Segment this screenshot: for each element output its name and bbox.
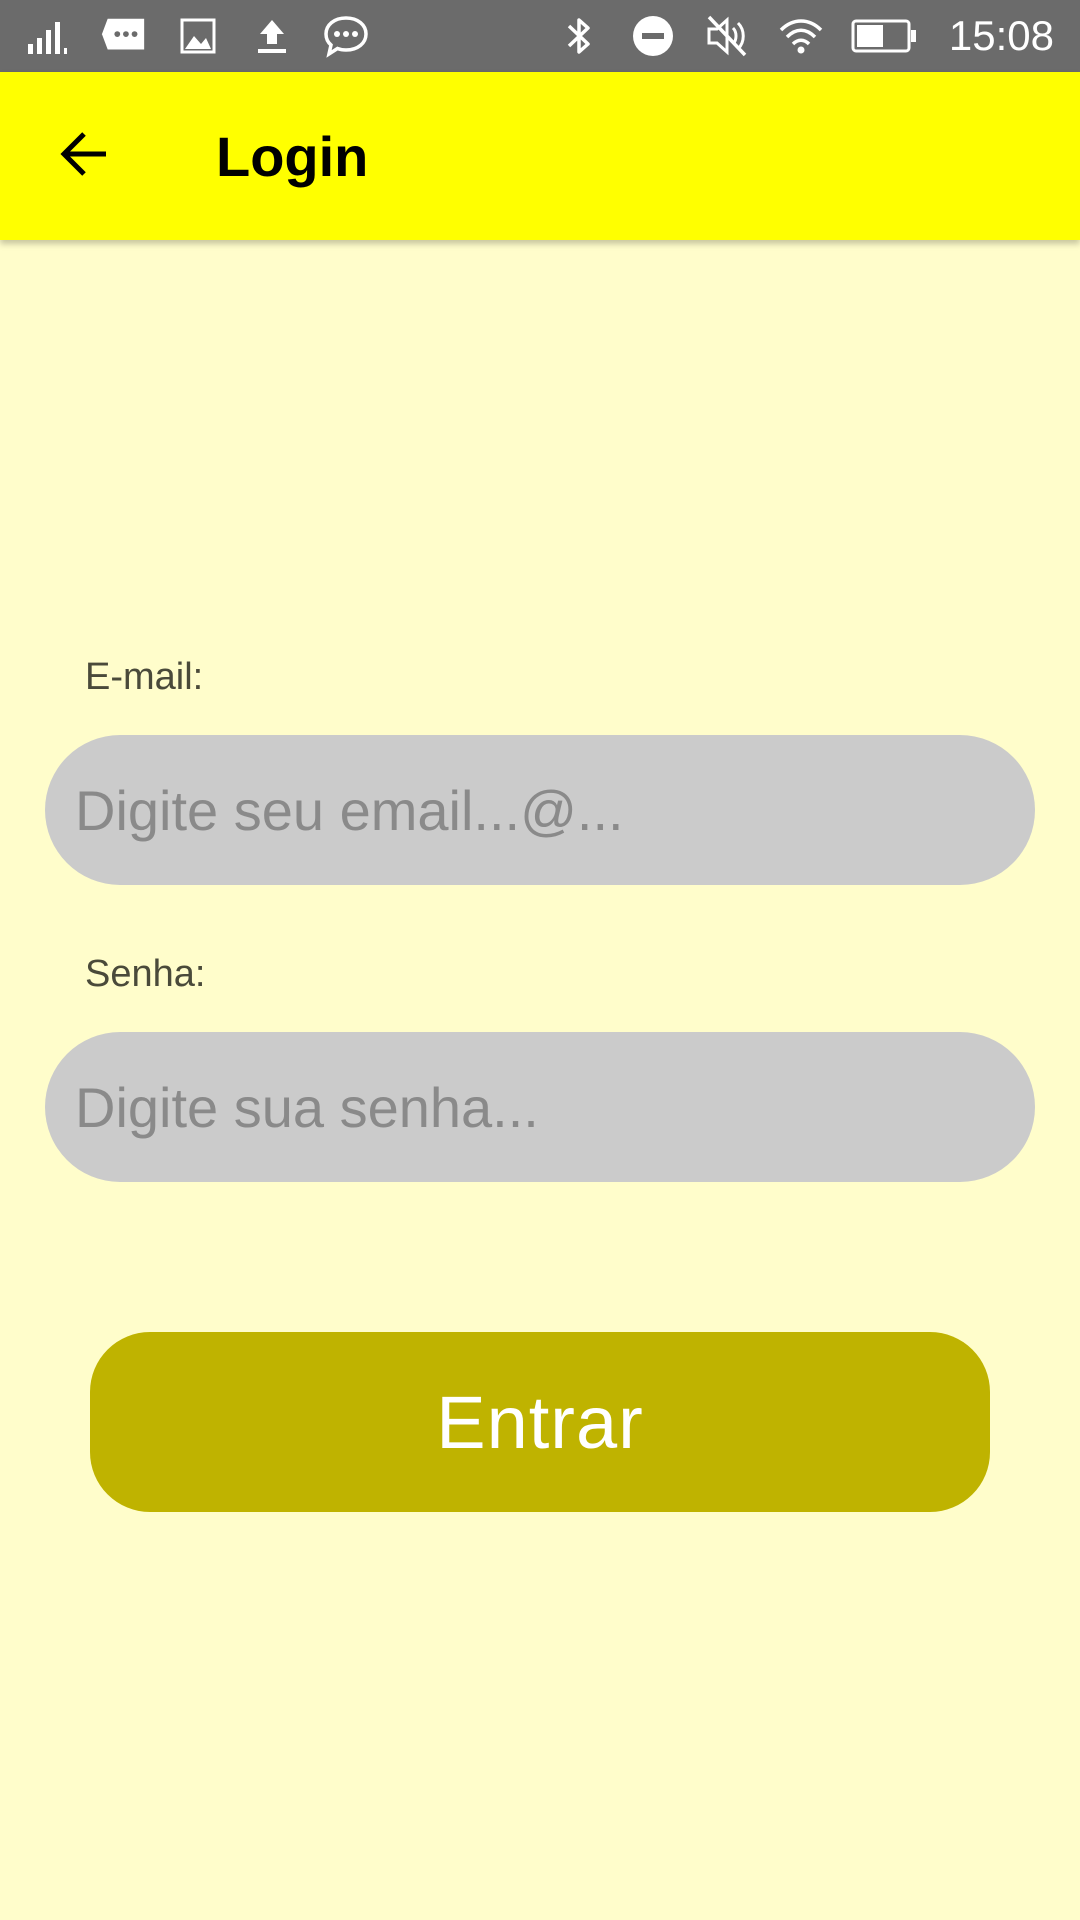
battery-icon [851,12,917,60]
login-button[interactable]: Entrar [90,1332,990,1512]
status-time: 15:08 [948,12,1054,59]
email-label: E-mail: [85,656,204,698]
app-bar: Login [0,72,1080,240]
status-right: 15:08 [555,12,1054,60]
signal-icon [26,12,74,60]
password-label: Senha: [85,953,206,995]
bluetooth-icon [555,12,603,60]
back-button[interactable] [36,108,132,204]
do-not-disturb-icon [629,12,677,60]
chat-icon [322,12,370,60]
wifi-icon [777,12,825,60]
mute-icon [703,12,751,60]
email-field[interactable] [45,735,1035,885]
image-icon [174,12,222,60]
page-title: Login [216,124,369,188]
status-left [26,12,370,60]
status-bar: 15:08 [0,0,1080,72]
upload-icon [248,12,296,60]
arrow-back-icon [56,126,112,186]
message-icon [100,12,148,60]
password-field[interactable] [45,1032,1035,1182]
